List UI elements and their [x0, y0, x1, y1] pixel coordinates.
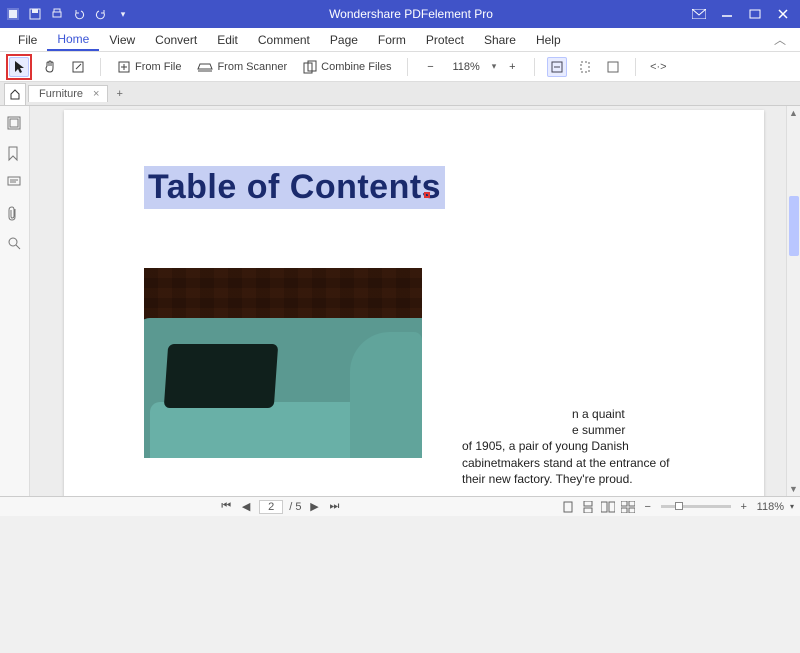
title-bar: ▾ Wondershare PDFelement Pro: [0, 0, 800, 28]
menu-share[interactable]: Share: [474, 28, 526, 51]
from-file-label: From File: [135, 61, 181, 73]
furniture-image: [144, 268, 422, 458]
view-facing-icon[interactable]: [601, 500, 615, 514]
menu-protect[interactable]: Protect: [416, 28, 474, 51]
document-canvas[interactable]: Table of Contents n a quaint e summer of…: [30, 106, 800, 496]
tab-close-icon[interactable]: ×: [93, 88, 99, 100]
zoom-slider[interactable]: [661, 505, 731, 508]
menu-comment[interactable]: Comment: [248, 28, 320, 51]
actual-size-button[interactable]: [603, 57, 623, 77]
menu-form[interactable]: Form: [368, 28, 416, 51]
document-tab[interactable]: Furniture ×: [28, 85, 108, 102]
document-tab-label: Furniture: [39, 88, 83, 100]
next-page-button[interactable]: ▶: [308, 500, 322, 514]
app-logo-icon: [6, 7, 20, 21]
prev-page-button[interactable]: ◀: [239, 500, 253, 514]
menu-bar: File Home View Convert Edit Comment Page…: [0, 28, 800, 52]
ribbon-toolbar: From File From Scanner Combine Files − 1…: [0, 52, 800, 82]
status-zoom-out[interactable]: −: [641, 500, 655, 514]
highlight-select-tool: [6, 54, 32, 80]
thumbnails-icon[interactable]: [7, 116, 23, 132]
scroll-up-icon[interactable]: ▲: [787, 106, 800, 120]
view-single-icon[interactable]: [561, 500, 575, 514]
view-continuous-icon[interactable]: [581, 500, 595, 514]
menu-convert[interactable]: Convert: [145, 28, 207, 51]
zoom-dropdown-icon[interactable]: ▾: [492, 61, 497, 72]
new-tab-button[interactable]: +: [108, 88, 130, 100]
zoom-in-button[interactable]: +: [502, 57, 522, 77]
combine-files-label: Combine Files: [321, 61, 391, 73]
close-button[interactable]: [776, 7, 790, 21]
fit-page-button[interactable]: [575, 57, 595, 77]
select-tool-button[interactable]: [9, 57, 29, 77]
undo-icon[interactable]: [72, 7, 86, 21]
page-total: / 5: [289, 501, 301, 513]
menu-page[interactable]: Page: [320, 28, 368, 51]
minimize-button[interactable]: [720, 7, 734, 21]
comments-icon[interactable]: [7, 176, 23, 192]
save-icon[interactable]: [28, 7, 42, 21]
menu-edit[interactable]: Edit: [207, 28, 248, 51]
menu-help[interactable]: Help: [526, 28, 571, 51]
sidebar: [0, 106, 30, 496]
scroll-thumb[interactable]: [789, 196, 799, 256]
from-scanner-button[interactable]: From Scanner: [193, 59, 291, 75]
body-text: n a quaint e summer of 1905, a pair of y…: [462, 406, 682, 496]
status-zoom-value: 118%: [757, 501, 784, 513]
status-bar: ⏮ ◀ 2 / 5 ▶ ⏭ − + 118% ▾: [0, 496, 800, 516]
edit-tool-button[interactable]: [68, 57, 88, 77]
print-icon[interactable]: [50, 7, 64, 21]
app-title: Wondershare PDFelement Pro: [130, 7, 692, 21]
read-mode-button[interactable]: <·>: [648, 57, 668, 77]
bookmark-icon[interactable]: [7, 146, 23, 162]
heading-text: Table of Contents: [148, 168, 441, 207]
menu-view[interactable]: View: [99, 28, 145, 51]
selected-heading[interactable]: Table of Contents: [144, 166, 445, 209]
zoom-out-button[interactable]: −: [420, 57, 440, 77]
collapse-ribbon-icon[interactable]: ︿: [774, 31, 792, 48]
from-scanner-label: From Scanner: [217, 61, 287, 73]
fit-width-button[interactable]: [547, 57, 567, 77]
view-facing-cont-icon[interactable]: [621, 500, 635, 514]
status-zoom-in[interactable]: +: [737, 500, 751, 514]
maximize-button[interactable]: [748, 7, 762, 21]
redo-icon[interactable]: [94, 7, 108, 21]
qat-dropdown-icon[interactable]: ▾: [116, 7, 130, 21]
page: Table of Contents n a quaint e summer of…: [64, 110, 764, 496]
attachments-icon[interactable]: [7, 206, 23, 222]
mail-icon[interactable]: [692, 7, 706, 21]
last-page-button[interactable]: ⏭: [328, 500, 342, 514]
status-zoom-dropdown-icon[interactable]: ▾: [790, 502, 794, 511]
page-current[interactable]: 2: [259, 500, 283, 514]
highlight-context-menu: Copy Text Ctrl+C Select All Ctrl+A Desel…: [424, 192, 430, 198]
zoom-value[interactable]: 118%: [446, 60, 485, 74]
scroll-down-icon[interactable]: ▼: [787, 482, 800, 496]
hand-tool-button[interactable]: [40, 57, 60, 77]
menu-home[interactable]: Home: [47, 28, 99, 51]
menu-file[interactable]: File: [8, 28, 47, 51]
document-tab-strip: Furniture × +: [0, 82, 800, 106]
tab-home-button[interactable]: [4, 83, 26, 105]
search-panel-icon[interactable]: [7, 236, 23, 252]
combine-files-button[interactable]: Combine Files: [299, 58, 395, 76]
vertical-scrollbar[interactable]: ▲ ▼: [786, 106, 800, 496]
work-area: Table of Contents n a quaint e summer of…: [0, 106, 800, 496]
from-file-button[interactable]: From File: [113, 58, 185, 76]
first-page-button[interactable]: ⏮: [219, 500, 233, 514]
